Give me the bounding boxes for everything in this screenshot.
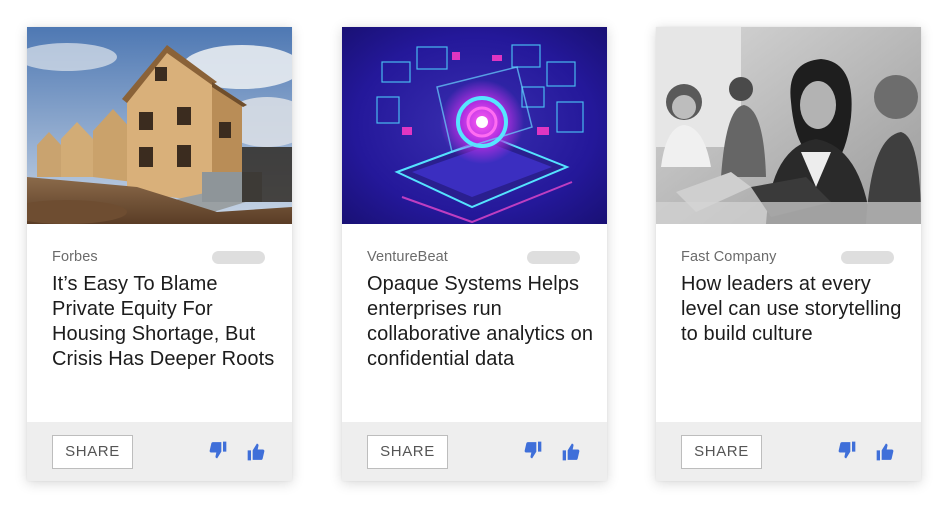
loading-pill [841,251,894,264]
share-button[interactable]: SHARE [52,435,133,469]
card-source: Fast Company [681,249,777,265]
loading-pill [527,251,580,264]
thumbs-down-icon[interactable] [837,440,857,460]
card-footer: SHARE [656,422,921,481]
card-title[interactable]: Opaque Systems Helps enterprises run col… [367,272,599,372]
office-meeting-image[interactable] [656,27,921,224]
card-source: VentureBeat [367,249,448,265]
card-source: Forbes [52,249,98,265]
news-card-forbes[interactable]: Forbes It’s Easy To Blame Private Equity… [27,27,292,481]
thumbs-up-icon[interactable] [875,442,895,462]
laptop-data-illustration [342,27,607,224]
card-title[interactable]: How leaders at every level can use story… [681,272,913,347]
thumbs-down-icon[interactable] [208,440,228,460]
laptop-data-image[interactable] [342,27,607,224]
card-footer: SHARE [342,422,607,481]
card-footer: SHARE [27,422,292,481]
news-card-venturebeat[interactable]: VentureBeat Opaque Systems Helps enterpr… [342,27,607,481]
construction-houses-illustration [27,27,292,224]
thumbs-down-icon[interactable] [523,440,543,460]
loading-pill [212,251,265,264]
thumbs-up-icon[interactable] [246,442,266,462]
office-meeting-illustration [656,27,921,224]
news-card-fast-company[interactable]: Fast Company How leaders at every level … [656,27,921,481]
construction-houses-image[interactable] [27,27,292,224]
card-title[interactable]: It’s Easy To Blame Private Equity For Ho… [52,272,284,372]
thumbs-up-icon[interactable] [561,442,581,462]
share-button[interactable]: SHARE [681,435,762,469]
share-button[interactable]: SHARE [367,435,448,469]
